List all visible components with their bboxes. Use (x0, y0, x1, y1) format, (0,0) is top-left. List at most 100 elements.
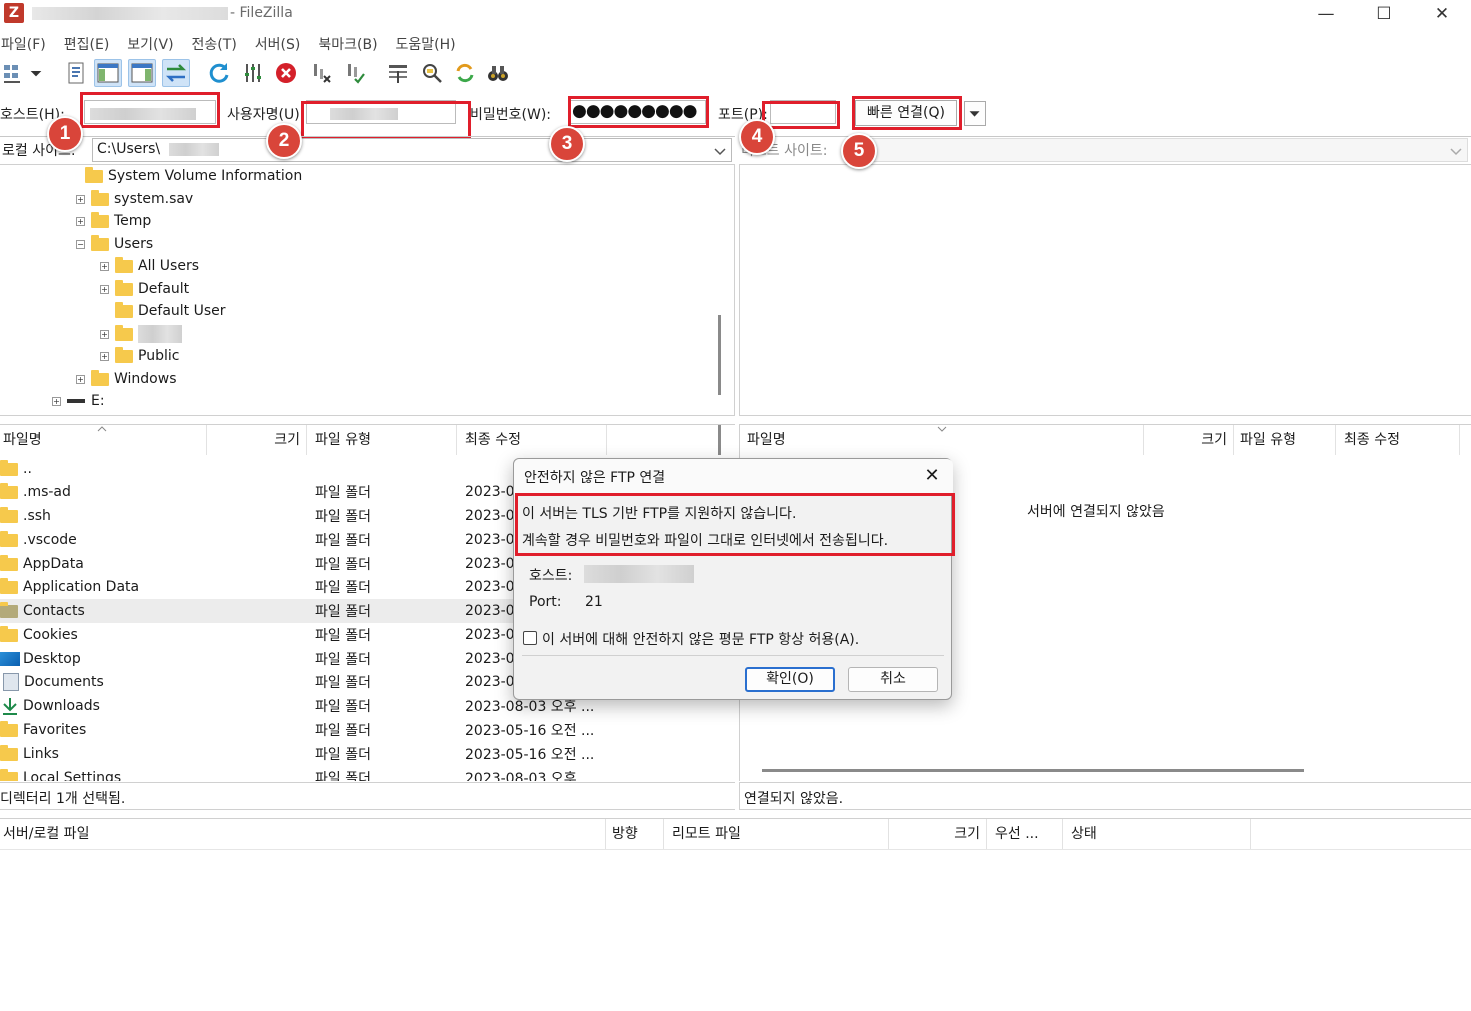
disconnect-icon[interactable] (307, 59, 335, 87)
chevron-down-icon (714, 148, 726, 156)
sort-descending-icon (937, 426, 947, 432)
queue-column-status[interactable]: 상태 (1063, 819, 1251, 849)
cancel-icon[interactable] (272, 59, 300, 87)
file-type: 파일 폴더 (315, 652, 371, 668)
step-badge-4: 4 (739, 119, 775, 155)
remote-hscrollbar[interactable] (762, 769, 1304, 772)
queue-column-direction[interactable]: 방향 (606, 819, 664, 849)
expand-icon[interactable]: + (100, 329, 109, 339)
tree-item[interactable]: − Users (76, 233, 153, 255)
close-window-button[interactable]: ✕ (1419, 0, 1465, 28)
ok-button[interactable]: 확인(O) (745, 667, 835, 692)
file-type: 파일 폴더 (315, 699, 371, 715)
transfer-queue-icon[interactable] (162, 59, 190, 87)
sort-ascending-icon (97, 426, 107, 432)
folder-icon (0, 577, 18, 594)
column-type[interactable]: 파일 유형 (1234, 425, 1336, 455)
local-tree-icon[interactable] (94, 59, 122, 87)
search-icon[interactable] (484, 59, 512, 87)
queue-column-priority[interactable]: 우선 ... (987, 819, 1063, 849)
column-modified[interactable]: 최종 수정 (457, 425, 607, 455)
remote-tree-icon[interactable] (128, 59, 156, 87)
collapse-icon[interactable]: − (76, 239, 85, 249)
expand-icon[interactable]: + (100, 261, 109, 271)
tree-item-label: Default (138, 281, 190, 297)
highlight-host (80, 92, 220, 128)
list-scrollbar[interactable] (718, 425, 721, 455)
menu-server[interactable]: 서버(S) (254, 30, 310, 56)
tree-item-label: Temp (114, 213, 152, 229)
tree-item[interactable]: System Volume Information (70, 165, 302, 187)
list-item[interactable]: Links 파일 폴더 2023-05-16 오전 ... (0, 742, 710, 766)
highlight-username (301, 101, 471, 139)
queue-header: 서버/로컬 파일 방향 리모트 파일 크기 우선 ... 상태 (0, 818, 1471, 850)
message-log-icon[interactable] (62, 59, 90, 87)
expand-icon[interactable]: + (76, 374, 85, 384)
highlight-password (568, 96, 709, 128)
tree-item[interactable]: Default User (100, 300, 226, 322)
expand-icon[interactable]: + (52, 396, 61, 406)
always-allow-checkbox[interactable] (523, 631, 537, 645)
directory-listing-filter-icon[interactable] (384, 59, 412, 87)
column-size[interactable]: 크기 (1144, 425, 1234, 455)
file-name: Cookies (23, 627, 78, 643)
queue-column-size[interactable]: 크기 (889, 819, 987, 849)
column-modified[interactable]: 최종 수정 (1336, 425, 1460, 455)
local-path-input[interactable]: C:\Users\ (92, 138, 732, 162)
menu-bookmarks[interactable]: 북마크(B) (317, 30, 386, 56)
dialog-port-label: Port: (529, 594, 562, 610)
chevron-down-icon (969, 111, 980, 117)
file-name: .ms-ad (23, 484, 71, 500)
tree-item[interactable]: + (100, 323, 182, 345)
tree-item-label: Windows (114, 371, 177, 387)
menu-help[interactable]: 도움말(H) (395, 30, 465, 56)
file-date: 2023-0 (465, 651, 515, 667)
toggle-sync-icon[interactable] (418, 59, 446, 87)
list-item[interactable]: Favorites 파일 폴더 2023-05-16 오전 ... (0, 718, 710, 742)
file-date: 2023-0 (465, 508, 515, 524)
file-type: 파일 폴더 (315, 557, 371, 573)
tree-item[interactable]: + Default (100, 278, 189, 300)
maximize-button[interactable]: ☐ (1361, 0, 1407, 28)
minimize-button[interactable]: — (1303, 0, 1349, 28)
quickconnect-dropdown[interactable] (964, 101, 986, 126)
expand-icon[interactable]: + (100, 284, 109, 294)
window-title: - FileZilla (230, 5, 293, 21)
remote-path-input[interactable] (848, 138, 1468, 162)
folder-icon (91, 211, 109, 228)
queue-column-remote[interactable]: 리모트 파일 (664, 819, 889, 849)
menu-view[interactable]: 보기(V) (126, 30, 182, 56)
tree-item[interactable]: + Public (100, 345, 179, 367)
folder-icon (115, 324, 133, 341)
sync-browse-icon[interactable] (451, 59, 479, 87)
tree-item[interactable]: + system.sav (76, 188, 193, 210)
column-type[interactable]: 파일 유형 (307, 425, 457, 455)
file-type: 파일 폴더 (315, 533, 371, 549)
queue-column-file[interactable]: 서버/로컬 파일 (0, 819, 606, 849)
reconnect-icon[interactable] (341, 59, 369, 87)
expand-icon[interactable]: + (76, 216, 85, 226)
cancel-button[interactable]: 취소 (848, 667, 938, 692)
expand-icon[interactable]: + (76, 194, 85, 204)
tree-item[interactable]: + Windows (76, 368, 177, 390)
list-item[interactable]: Local Settings 파일 폴더 2023-08-03 오후 (0, 766, 710, 781)
process-queue-icon[interactable] (239, 59, 267, 87)
tree-item[interactable]: + All Users (100, 255, 199, 277)
file-type: 파일 폴더 (315, 580, 371, 596)
dropdown-arrow-icon[interactable] (28, 59, 44, 87)
tree-scrollbar[interactable] (718, 315, 721, 395)
tree-item[interactable]: + Temp (76, 210, 151, 232)
column-size[interactable]: 크기 (207, 425, 307, 455)
dialog-close-button[interactable]: ✕ (914, 459, 950, 493)
expand-icon[interactable]: + (100, 351, 109, 361)
file-date: 2023-0 (465, 556, 515, 572)
folder-icon (115, 256, 133, 273)
menu-transfer[interactable]: 전송(T) (191, 30, 246, 56)
tree-item[interactable]: + E: (52, 390, 105, 412)
refresh-icon[interactable] (205, 59, 233, 87)
site-manager-icon[interactable] (0, 59, 28, 87)
chevron-down-icon (1450, 148, 1462, 156)
folder-icon (91, 189, 109, 206)
menu-file[interactable]: 파일(F) (0, 30, 55, 56)
menu-edit[interactable]: 편집(E) (63, 30, 119, 56)
